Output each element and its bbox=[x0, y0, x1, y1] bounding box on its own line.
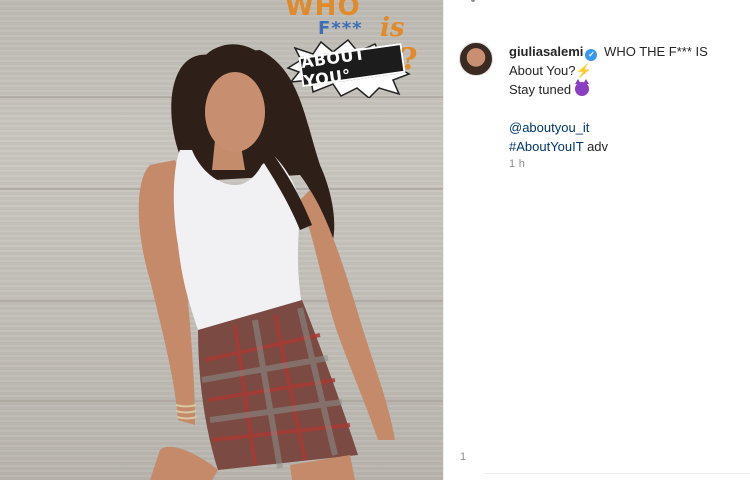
caption-text-line1: WHO THE F*** IS bbox=[604, 44, 708, 59]
avatar[interactable] bbox=[459, 42, 493, 76]
bottom-divider bbox=[484, 473, 750, 474]
caption-text-line2: About You? bbox=[509, 63, 576, 78]
hashtag-link[interactable]: #AboutYouIT bbox=[509, 139, 583, 154]
caption-first-line: giuliasalemi ✓ WHO THE F*** IS bbox=[509, 42, 739, 61]
sticker-question-mark: ? bbox=[400, 42, 418, 77]
caption-mention-line: @aboutyou_it bbox=[509, 118, 739, 137]
lightning-emoji-icon: ⚡ bbox=[575, 63, 592, 78]
verified-badge-icon: ✓ bbox=[585, 49, 598, 61]
bottom-count: 1 bbox=[460, 451, 467, 463]
hashtag-suffix: adv bbox=[583, 139, 609, 154]
caption-line2: About You?⚡ bbox=[509, 61, 739, 80]
caption-line3: Stay tuned bbox=[509, 79, 739, 99]
mention-link[interactable]: @aboutyou_it bbox=[509, 120, 589, 135]
scroll-indicator bbox=[471, 0, 475, 2]
caption-text-line3: Stay tuned bbox=[509, 82, 572, 97]
post-image[interactable]: WHO F*** is ABOUT YOU° ? bbox=[0, 0, 443, 480]
username-link[interactable]: giuliasalemi bbox=[509, 44, 583, 59]
post-timestamp[interactable]: 1 h bbox=[509, 158, 525, 170]
post-caption: giuliasalemi ✓ WHO THE F*** IS About You?… bbox=[509, 42, 739, 156]
post-side-panel: giuliasalemi ✓ WHO THE F*** IS About You?… bbox=[443, 0, 750, 480]
sticker-censored-text: F*** bbox=[318, 18, 363, 39]
devil-emoji-icon bbox=[574, 79, 589, 96]
caption-hashtag-line: #AboutYouIT adv bbox=[509, 137, 739, 156]
